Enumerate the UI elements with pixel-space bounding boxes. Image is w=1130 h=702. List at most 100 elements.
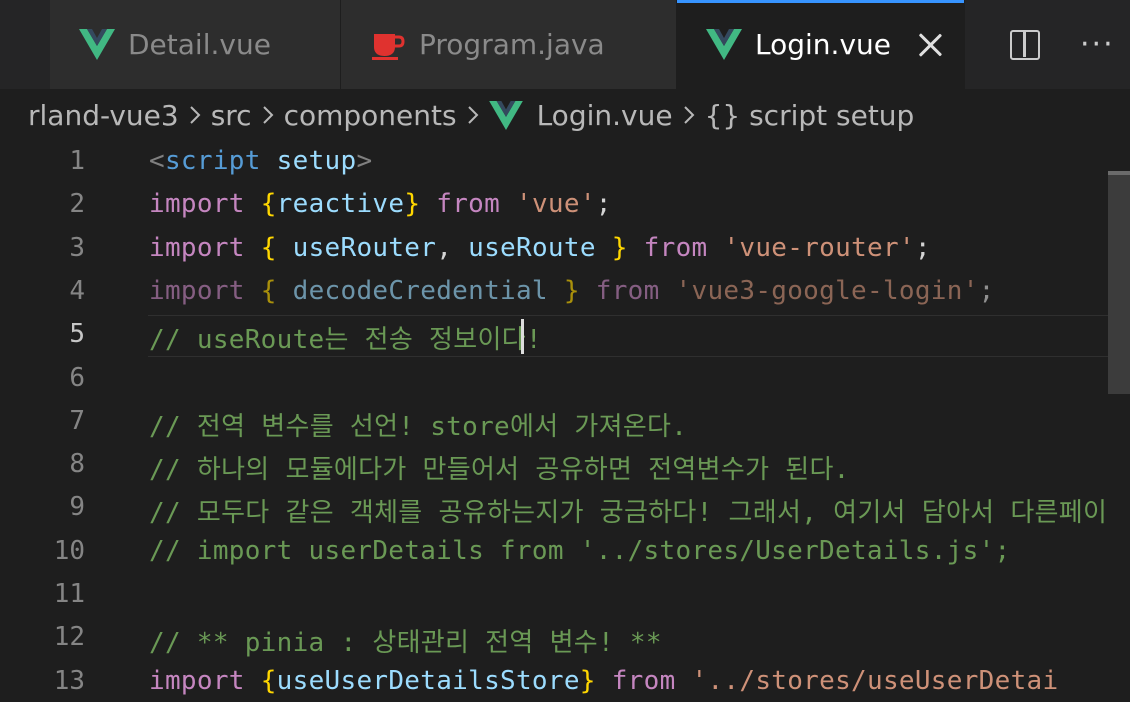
- code-line[interactable]: import {useUserDetailsStore} from '../st…: [149, 666, 1058, 696]
- code-line[interactable]: // 하나의 모듈에다가 만들어서 공유하면 전역변수가 된다.: [149, 449, 850, 486]
- code-token: // useRoute는 전송 정보이다!: [149, 325, 542, 356]
- code-line[interactable]: <script setup>: [149, 146, 372, 176]
- line-number: 8: [69, 449, 85, 480]
- code-token: }: [404, 189, 421, 220]
- code-token: {: [260, 232, 277, 263]
- code-token: // 전역 변수를 선언! store에서 가져온다.: [149, 411, 688, 442]
- code-token: // 모두다 같은 객체를 공유하는지가 궁금하다! 그래서, 여기서 담아서 …: [149, 498, 1108, 529]
- tab-program-java[interactable]: Program.java: [341, 0, 677, 89]
- breadcrumb-label: components: [283, 98, 457, 132]
- breadcrumb-label: src: [210, 98, 252, 132]
- code-token: >: [356, 146, 373, 176]
- line-number: 2: [69, 189, 85, 220]
- close-icon[interactable]: [915, 30, 945, 60]
- line-number: 4: [69, 275, 85, 306]
- tab-label: Login.vue: [755, 28, 891, 61]
- code-token: from: [595, 665, 692, 696]
- chevron-right-icon: [467, 105, 479, 125]
- code-token: ,: [436, 232, 453, 263]
- breadcrumb-item-components[interactable]: components: [284, 99, 457, 132]
- code-line[interactable]: // 모두다 같은 객체를 공유하는지가 궁금하다! 그래서, 여기서 담아서 …: [149, 492, 1107, 529]
- code-token: {: [260, 275, 277, 306]
- code-token: // 하나의 모듈에다가 만들어서 공유하면 전역변수가 된다.: [149, 455, 850, 486]
- scrollbar-position-marker: [1108, 171, 1130, 175]
- code-token: 'vue-router': [723, 232, 915, 263]
- line-number: 9: [69, 492, 85, 523]
- java-coffee-icon: [369, 28, 407, 62]
- breadcrumb: rland-vue3 src components Login.vue {} s…: [0, 89, 1130, 141]
- chevron-right-icon: [189, 105, 201, 125]
- code-line[interactable]: // import userDetails from '../stores/Us…: [149, 536, 1010, 566]
- tab-detail-vue[interactable]: Detail.vue: [50, 0, 341, 89]
- tab-bar-spacer: [0, 0, 50, 89]
- code-token: ;: [978, 275, 995, 306]
- code-line[interactable]: import { decodeCredential } from 'vue3-g…: [149, 276, 995, 306]
- breadcrumb-label: rland-vue3: [28, 98, 179, 132]
- code-token: {: [260, 189, 277, 220]
- code-token: useRoute: [452, 232, 612, 263]
- breadcrumb-item-symbol[interactable]: {} script setup: [705, 99, 915, 132]
- vue-icon: [488, 100, 523, 130]
- chevron-right-icon: [262, 105, 274, 125]
- text-cursor: [521, 319, 524, 354]
- code-token: ;: [595, 189, 612, 220]
- code-token: }: [611, 232, 628, 263]
- code-token: ;: [914, 232, 931, 263]
- code-token: 'vue3-google-login': [675, 275, 979, 306]
- line-number: 5: [69, 319, 85, 350]
- code-token: import: [149, 665, 245, 696]
- code-token: setup: [276, 146, 357, 176]
- split-editor-icon[interactable]: [1010, 29, 1040, 60]
- code-token: decodeCredential: [276, 275, 564, 306]
- code-token: import: [149, 189, 245, 220]
- line-number: 6: [69, 362, 85, 393]
- breadcrumb-label: {} script setup: [704, 98, 915, 132]
- more-actions-icon[interactable]: ···: [1080, 29, 1115, 60]
- code-token: reactive: [276, 189, 405, 220]
- tab-actions: ···: [980, 0, 1115, 89]
- vue-icon: [78, 28, 116, 62]
- breadcrumb-item-src[interactable]: src: [211, 99, 252, 132]
- vue-icon: [705, 28, 743, 62]
- line-number-gutter: 1 2 3 4 5 6 7 8 9 10 11 12 13: [0, 141, 110, 702]
- code-token: from: [579, 275, 676, 306]
- line-number: 7: [69, 405, 85, 436]
- breadcrumb-item-file[interactable]: Login.vue: [488, 99, 673, 132]
- code-line[interactable]: // useRoute는 전송 정보이다!: [149, 319, 542, 356]
- code-token: {: [260, 665, 277, 696]
- code-token: import: [149, 275, 245, 306]
- code-token: // import userDetails from '../stores/Us…: [149, 535, 1011, 566]
- code-line[interactable]: // ** pinia : 상태관리 전역 변수! **: [149, 622, 662, 659]
- tab-label: Detail.vue: [128, 28, 271, 61]
- code-token: // ** pinia : 상태관리 전역 변수! **: [149, 628, 662, 659]
- tab-login-vue[interactable]: Login.vue: [677, 0, 965, 89]
- code-token: 'vue': [516, 189, 596, 220]
- tab-bar: Detail.vue Program.java Login.vue ···: [0, 0, 1130, 89]
- line-number: 3: [69, 232, 85, 263]
- line-number: 10: [53, 535, 85, 566]
- breadcrumb-item-project[interactable]: rland-vue3: [28, 99, 179, 132]
- code-token: script: [164, 146, 261, 176]
- code-token: }: [579, 665, 596, 696]
- code-line[interactable]: import { useRouter, useRoute } from 'vue…: [149, 233, 931, 263]
- code-token: from: [627, 232, 724, 263]
- code-token: from: [420, 189, 517, 220]
- line-number: 11: [53, 579, 85, 609]
- code-token: import: [149, 232, 245, 263]
- code-token: useUserDetailsStore: [276, 665, 580, 696]
- code-editor[interactable]: 1 2 3 4 5 6 7 8 9 10 11 12 13 <script setup> import {…: [0, 141, 1130, 702]
- code-token: <: [149, 146, 165, 176]
- code-token: }: [563, 275, 580, 306]
- code-line[interactable]: import {reactive} from 'vue';: [149, 189, 612, 219]
- chevron-right-icon: [683, 105, 695, 125]
- tab-label: Program.java: [419, 28, 605, 61]
- scrollbar-thumb[interactable]: [1108, 174, 1130, 394]
- code-line[interactable]: // 전역 변수를 선언! store에서 가져온다.: [149, 406, 687, 443]
- code-token: '../stores/useUserDetai: [691, 665, 1059, 696]
- code-token: useRouter: [276, 232, 437, 263]
- line-number: 12: [53, 622, 85, 653]
